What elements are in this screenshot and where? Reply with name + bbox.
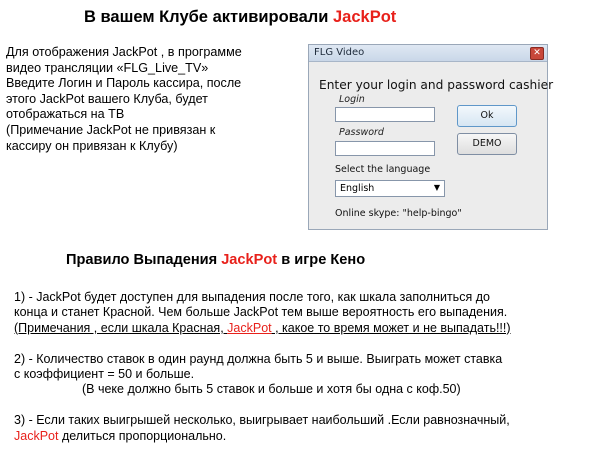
intro-text: Для отображения JackPot , в программе ви…: [6, 45, 242, 154]
section-title-suffix: в игре Кено: [277, 252, 366, 268]
section-title-jackpot: JackPot: [221, 252, 278, 268]
rule-1-note-jackpot: JackPot: [227, 320, 272, 335]
dialog-titlebar: FLG Video ✕: [309, 45, 547, 62]
rule-2-line: 2) - Количество ставок в один раунд долж…: [14, 351, 503, 366]
close-icon[interactable]: ✕: [530, 47, 544, 60]
page-title: В вашем Клубе активировали JackPot: [84, 8, 396, 27]
intro-line: (Примечание JackPot не привязан к: [6, 122, 216, 137]
chevron-down-icon: ▼: [433, 183, 440, 192]
intro-line: кассиру он привязан к Клубу): [6, 138, 178, 153]
intro-line: Для отображения JackPot , в программе: [6, 45, 242, 59]
password-label: Password: [339, 127, 384, 138]
language-select-value: English: [340, 183, 375, 194]
intro-line: отображаться на ТВ: [6, 107, 125, 122]
language-label: Select the language: [335, 164, 431, 175]
rule-1-note-b: , какое то время может и не выпадать!!!): [271, 320, 511, 335]
intro-line: видео трансляции «FLG_Live_TV»: [6, 60, 209, 75]
login-field[interactable]: [335, 107, 435, 122]
section-title: Правило Выпадения JackPot в игре Кено: [66, 252, 365, 268]
intro-line: Введите Логин и Пароль кассира, после: [6, 76, 242, 91]
login-label: Login: [339, 94, 365, 105]
page-title-prefix: В вашем Клубе активировали: [84, 8, 333, 26]
section-title-prefix: Правило Выпадения: [66, 252, 222, 268]
rule-1-note-a: (Примечания , если шкала Красная,: [14, 320, 228, 335]
rules-list: 1) - JackPot будет доступен для выпадени…: [14, 290, 511, 444]
rule-1-note: (Примечания , если шкала Красная, JackPo…: [14, 321, 511, 336]
demo-button[interactable]: DEMO: [457, 133, 517, 155]
intro-line: этого JackPot вашего Клуба, будет: [6, 91, 208, 106]
page-title-jackpot: JackPot: [332, 8, 397, 26]
dialog-title: FLG Video: [314, 47, 365, 58]
language-select[interactable]: English ▼: [335, 180, 445, 197]
login-dialog-screenshot: FLG Video ✕ Enter your login and passwor…: [308, 44, 553, 230]
password-field[interactable]: [335, 141, 435, 156]
rule-3-line: 3) - Если таких выигрышей несколько, выи…: [14, 413, 510, 428]
skype-contact: Online skype: "help-bingo": [335, 208, 462, 219]
rule-1-line: конца и станет Красной. Чем больше JackP…: [14, 305, 508, 320]
ok-button[interactable]: Ok: [457, 105, 517, 127]
rule-2-line: с коэффициент = 50 и больше.: [14, 367, 195, 382]
rule-1-line: 1) - JackPot будет доступен для выпадени…: [14, 290, 490, 304]
rule-2-note: (В чеке должно быть 5 ставок и больше и …: [82, 382, 461, 397]
rule-3-line: JackPot делиться пропорционально.: [14, 429, 511, 444]
rule-3-jackpot: JackPot: [14, 428, 59, 443]
rule-3-line-b: делиться пропорционально.: [58, 428, 227, 443]
dialog-heading: Enter your login and password cashier: [319, 78, 554, 92]
